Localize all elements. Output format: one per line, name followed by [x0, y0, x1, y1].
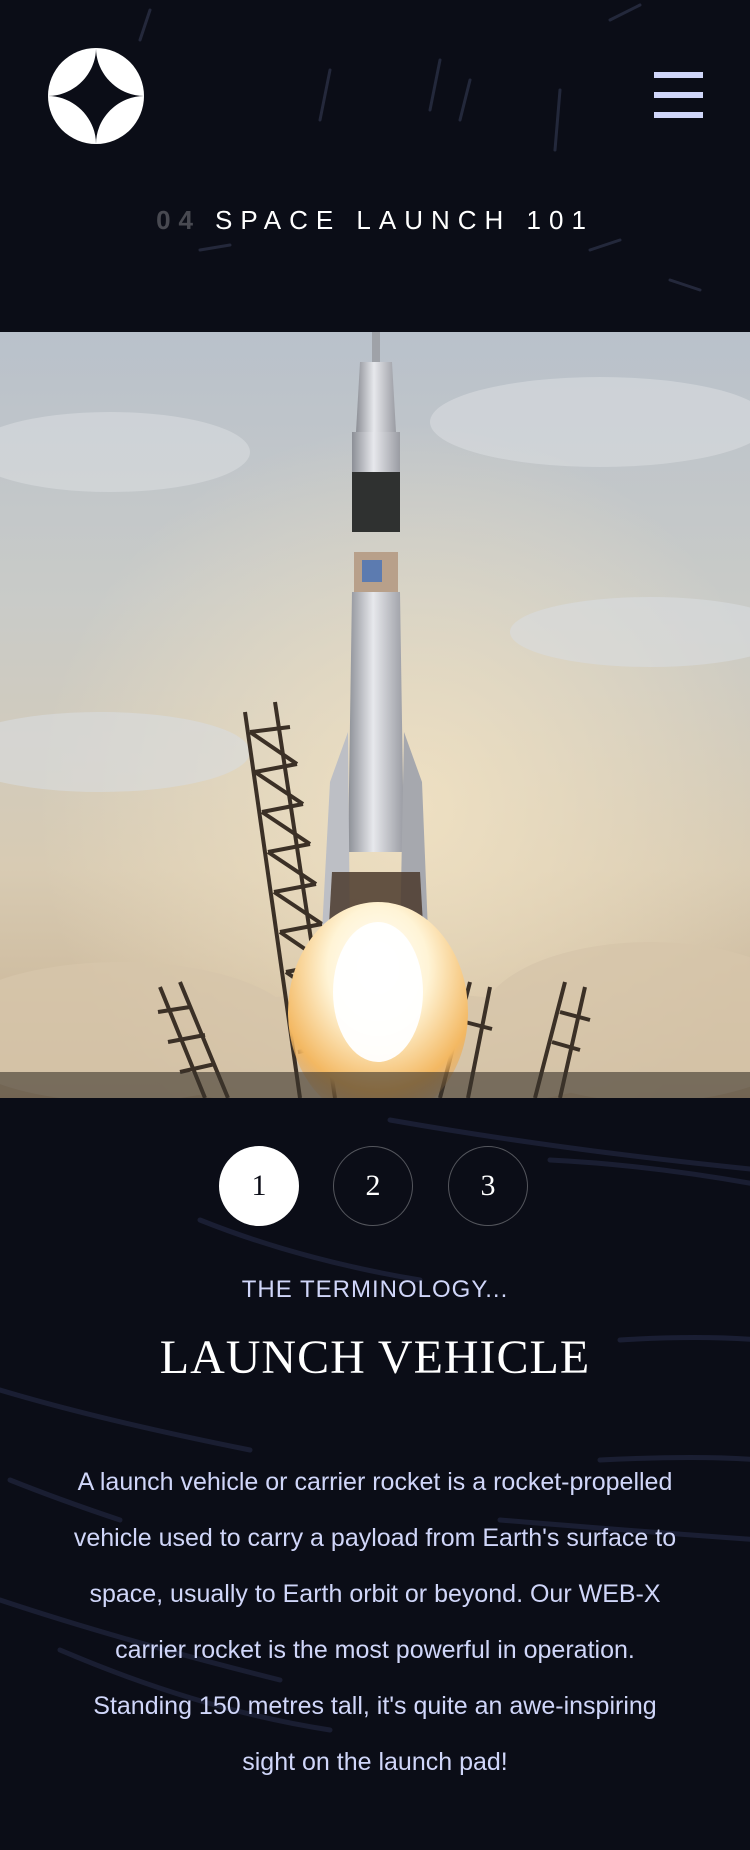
hamburger-menu-icon[interactable]: [654, 72, 703, 118]
pager-button-2[interactable]: 2: [333, 1146, 413, 1226]
pager-button-1[interactable]: 1: [219, 1146, 299, 1226]
page-heading-number: 04: [156, 205, 201, 235]
terminology-pager: 1 2 3: [0, 1146, 750, 1230]
star-logo-icon[interactable]: [48, 48, 144, 144]
pager-button-3[interactable]: 3: [448, 1146, 528, 1226]
terminology-subtitle: THE TERMINOLOGY...: [241, 1276, 509, 1303]
page-heading: 04 SPACE LAUNCH 101: [0, 205, 750, 236]
terminology-title: LAUNCH VEHICLE: [159, 1331, 591, 1384]
rocket-launch-image: [0, 332, 750, 1098]
page-heading-text: SPACE LAUNCH 101: [214, 205, 594, 235]
terminology-description: A launch vehicle or carrier rocket is a …: [73, 1468, 677, 1776]
site-header: [0, 0, 750, 190]
